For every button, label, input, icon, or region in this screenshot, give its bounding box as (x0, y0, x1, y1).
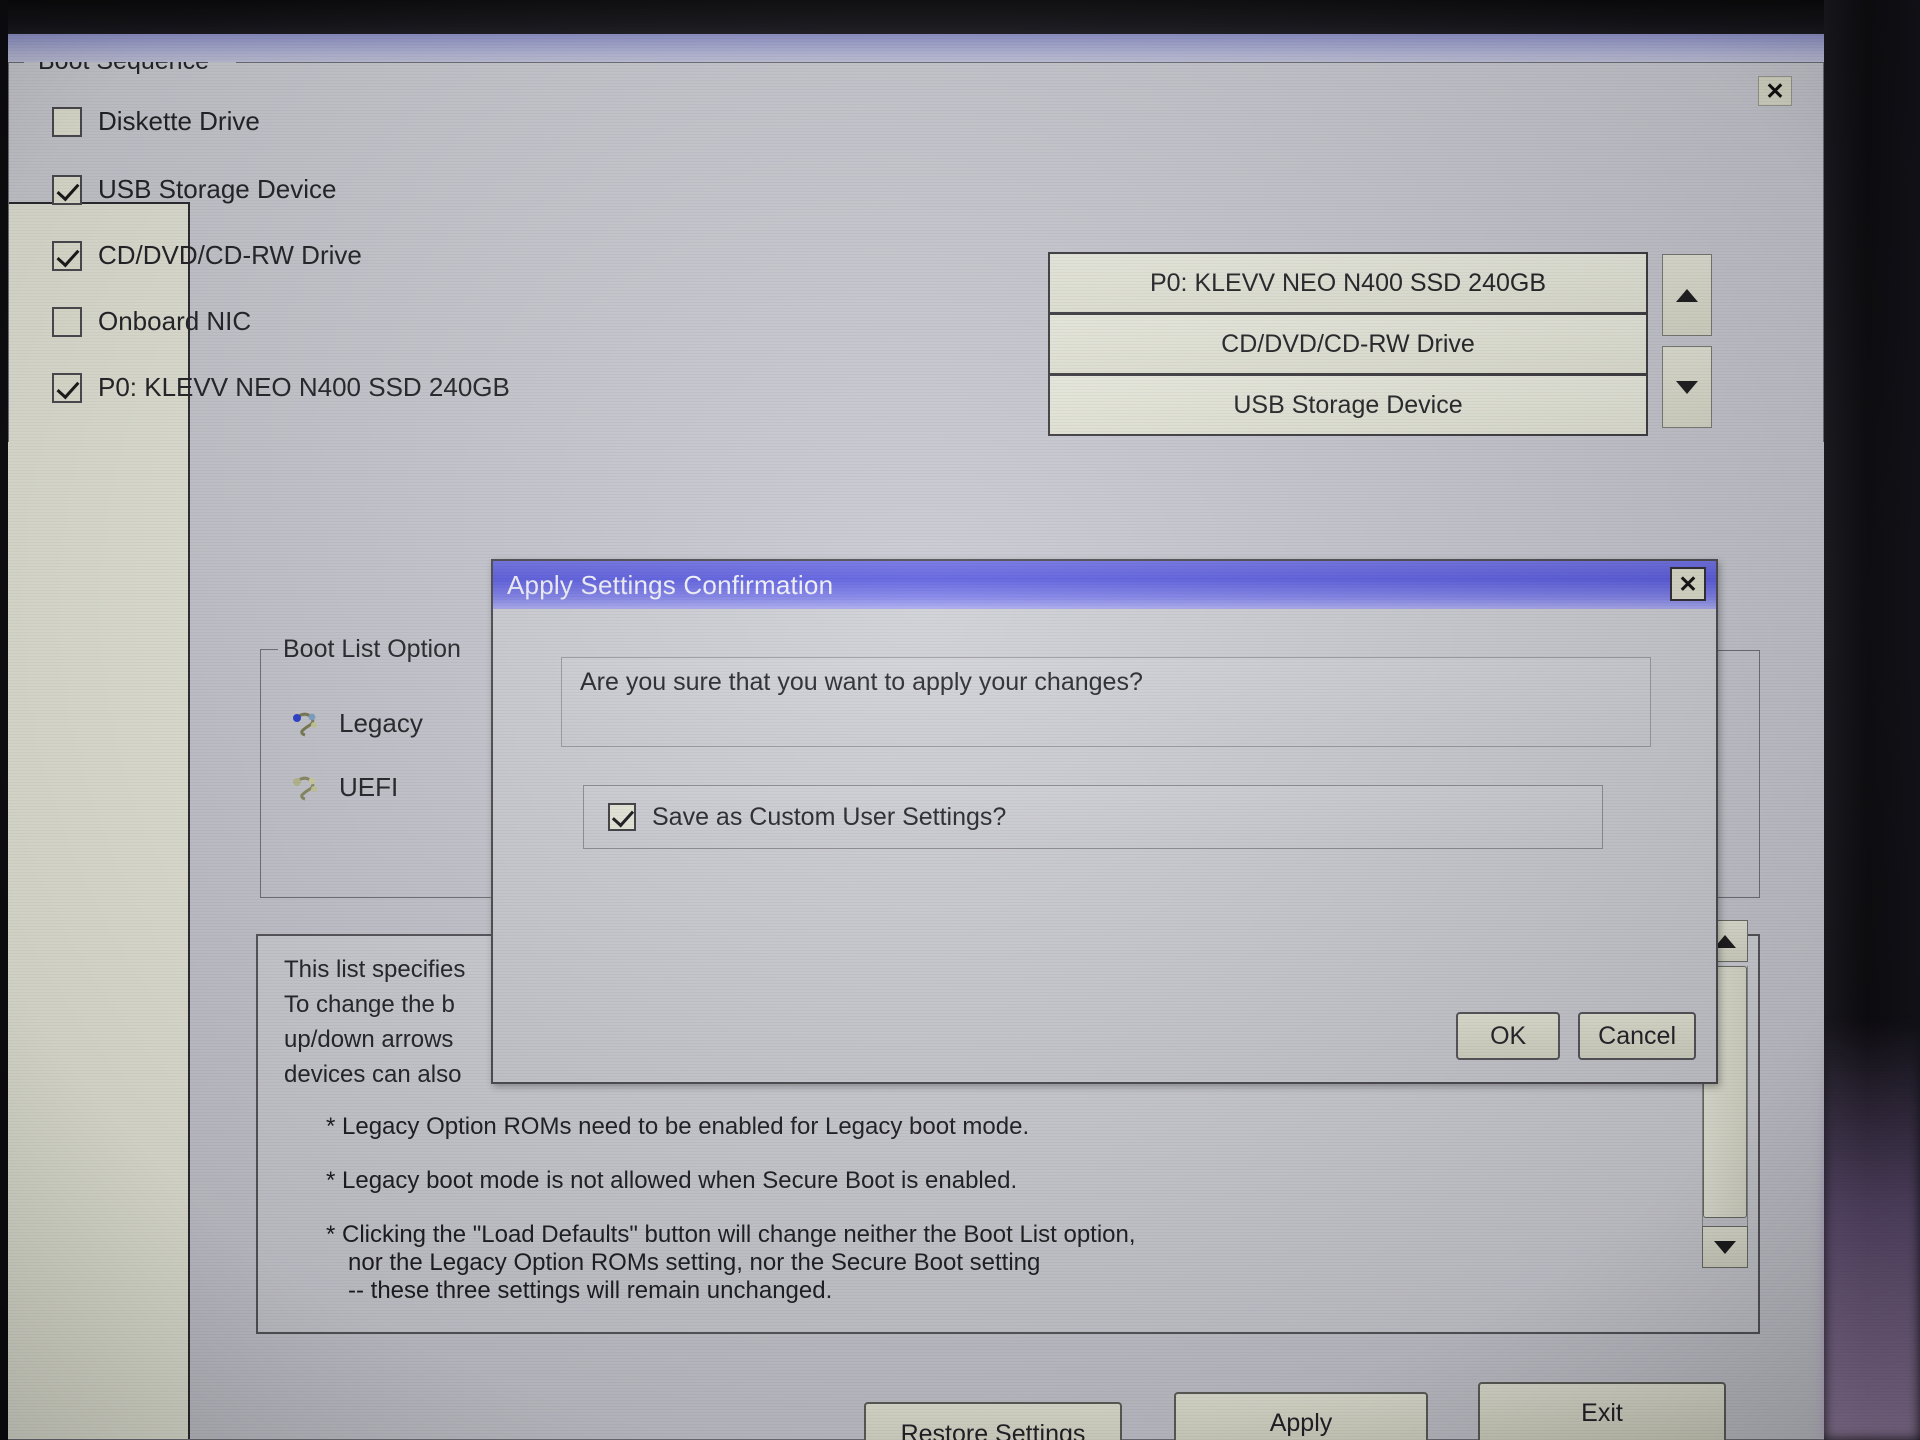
bullet-continuation: nor the Legacy Option ROMs setting, nor … (348, 1249, 1041, 1277)
boot-order-item[interactable]: CD/DVD/CD-RW Drive (1048, 313, 1648, 375)
radio-label: UEFI (339, 772, 399, 802)
monitor-bezel-left (0, 0, 8, 1440)
checkbox-label: CD/DVD/CD-RW Drive (98, 240, 362, 270)
dialog-close-button[interactable]: ✕ (1670, 567, 1706, 601)
boot-order-arrow-buttons (1662, 254, 1712, 428)
checkbox-row-usb-storage-device[interactable]: USB Storage Device (52, 174, 336, 205)
checkbox-p0-ssd[interactable] (52, 372, 82, 403)
boot-sequence-title: Boot Sequence (30, 62, 217, 76)
boot-order-item[interactable]: USB Storage Device (1048, 374, 1648, 436)
save-custom-user-settings-row[interactable]: Save as Custom User Settings? (583, 785, 1603, 849)
checkbox-label: Diskette Drive (98, 106, 260, 136)
uefi-boot-icon (291, 774, 321, 802)
exit-button[interactable]: Exit (1478, 1382, 1726, 1440)
move-up-button[interactable] (1662, 254, 1712, 336)
group-border-left (8, 62, 9, 442)
radio-row-uefi[interactable]: UEFI (291, 772, 398, 803)
bullet-text: * Clicking the "Load Defaults" button wi… (326, 1221, 1136, 1249)
restore-settings-button[interactable]: Restore Settings (864, 1402, 1122, 1440)
triangle-down-icon (1676, 380, 1698, 394)
checkbox-row-onboard-nic[interactable]: Onboard NIC (52, 306, 251, 337)
dialog-titlebar: Apply Settings Confirmation ✕ (493, 561, 1716, 609)
dialog-title: Apply Settings Confirmation (507, 569, 834, 600)
radio-row-legacy[interactable]: Legacy (291, 708, 423, 739)
description-bullet: * Legacy Option ROMs need to be enabled … (326, 1113, 1732, 1141)
bullet-text: * Legacy Option ROMs need to be enabled … (326, 1113, 1030, 1140)
checkbox-diskette-drive[interactable] (52, 106, 82, 137)
apply-button[interactable]: Apply (1174, 1392, 1428, 1440)
boot-list-option-title: Boot List Option (283, 635, 461, 663)
apply-settings-confirmation-dialog: Apply Settings Confirmation ✕ Are you su… (491, 559, 1718, 1084)
group-border-top-right (236, 62, 1824, 63)
scroll-down-button[interactable] (1702, 1226, 1748, 1268)
triangle-down-icon (1714, 1240, 1736, 1254)
dialog-ok-button[interactable]: OK (1456, 1012, 1561, 1060)
boot-order-list[interactable]: P0: KLEVV NEO N400 SSD 240GB CD/DVD/CD-R… (1048, 252, 1648, 436)
checkbox-save-custom-user-settings[interactable] (608, 803, 636, 831)
checkbox-onboard-nic[interactable] (52, 306, 82, 337)
dialog-button-row: OK Cancel (1456, 1012, 1696, 1060)
dialog-message-box: Are you sure that you want to apply your… (561, 657, 1651, 747)
checkbox-usb-storage-device[interactable] (52, 174, 82, 205)
dialog-message: Are you sure that you want to apply your… (580, 668, 1143, 696)
background-light-glow (1824, 1020, 1920, 1440)
description-bullet: * Legacy boot mode is not allowed when S… (326, 1167, 1732, 1195)
checkbox-label: USB Storage Device (98, 174, 337, 204)
triangle-up-icon (1676, 288, 1698, 302)
bios-setup-window: ✕ Boot Sequence Diskette Drive USB Stora… (8, 62, 1824, 1440)
checkbox-row-cd-dvd-drive[interactable]: CD/DVD/CD-RW Drive (52, 240, 362, 271)
boot-order-item[interactable]: P0: KLEVV NEO N400 SSD 240GB (1048, 252, 1648, 314)
checkbox-label: Save as Custom User Settings? (652, 802, 1007, 831)
move-down-button[interactable] (1662, 346, 1712, 428)
bullet-text: * Legacy boot mode is not allowed when S… (326, 1167, 1018, 1195)
window-close-button[interactable]: ✕ (1758, 76, 1792, 106)
checkbox-label: P0: KLEVV NEO N400 SSD 240GB (98, 372, 510, 402)
checkbox-row-p0-ssd[interactable]: P0: KLEVV NEO N400 SSD 240GB (52, 372, 510, 403)
bullet-continuation: -- these three settings will remain unch… (348, 1277, 833, 1305)
checkbox-cd-dvd-drive[interactable] (52, 240, 82, 271)
radio-label: Legacy (339, 708, 423, 738)
dialog-cancel-button[interactable]: Cancel (1578, 1012, 1696, 1060)
legacy-boot-icon (291, 710, 321, 738)
checkbox-row-diskette-drive[interactable]: Diskette Drive (52, 106, 260, 137)
checkbox-label: Onboard NIC (98, 306, 252, 336)
group-border-top-left (8, 62, 24, 63)
monitor-photo: ✕ Boot Sequence Diskette Drive USB Stora… (0, 0, 1920, 1440)
description-bullet: * Clicking the "Load Defaults" button wi… (326, 1221, 1732, 1305)
